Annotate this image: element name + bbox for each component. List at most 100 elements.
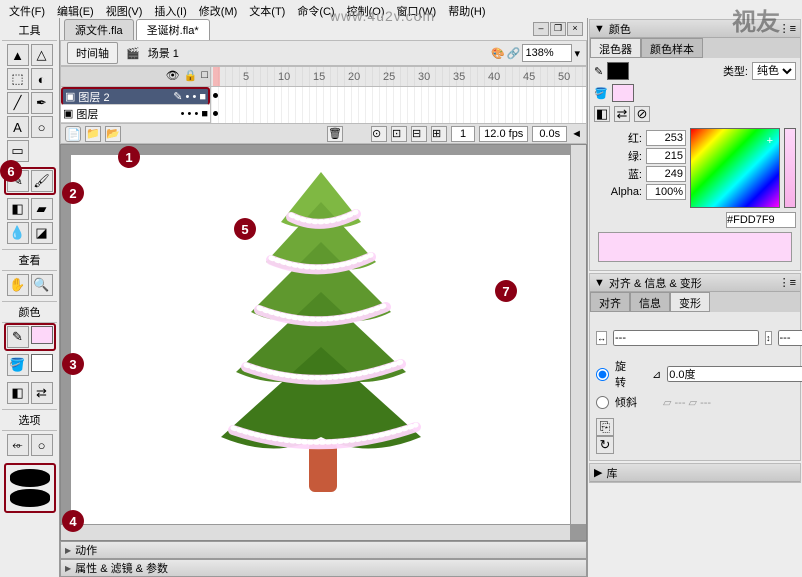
- blue-input[interactable]: [646, 166, 686, 182]
- add-guide-button[interactable]: 📁: [85, 126, 101, 142]
- menu-help[interactable]: 帮助(H): [443, 2, 490, 16]
- option-2[interactable]: ○: [31, 434, 53, 456]
- stage-area[interactable]: [60, 144, 587, 541]
- tick-20: 20: [348, 71, 360, 83]
- fill-color-icon[interactable]: 🪣: [7, 354, 29, 376]
- brush-shape-1[interactable]: [10, 469, 50, 487]
- pencil-color-icon[interactable]: ✎: [594, 65, 603, 78]
- rect-tool[interactable]: ▭: [7, 140, 29, 162]
- lock-icon[interactable]: 🔒: [184, 69, 198, 84]
- fill-swatch[interactable]: [612, 84, 634, 102]
- selection-tool[interactable]: ▲: [7, 44, 29, 66]
- restore-button[interactable]: ❐: [550, 22, 566, 36]
- text-tool[interactable]: A: [7, 116, 29, 138]
- close-button[interactable]: ×: [567, 22, 583, 36]
- zoom-tool[interactable]: 🔍: [31, 274, 53, 296]
- scene-name[interactable]: 场景 1: [148, 45, 179, 61]
- add-layer-button[interactable]: 📄: [65, 126, 81, 142]
- outline-icon[interactable]: □: [201, 69, 208, 84]
- noswap-tool[interactable]: ⇄: [31, 382, 53, 404]
- brush-shape-2[interactable]: [10, 489, 50, 507]
- free-transform-tool[interactable]: ⬚: [7, 68, 29, 90]
- info-tab[interactable]: 信息: [630, 292, 670, 312]
- onion-icon[interactable]: ⊙: [371, 126, 387, 142]
- onion-marker-icon[interactable]: ⊞: [431, 126, 447, 142]
- stroke-swatch[interactable]: [607, 62, 629, 80]
- alpha-input[interactable]: [646, 184, 686, 200]
- align-panel-title[interactable]: ▼ 对齐 & 信息 & 变形⋮≡: [590, 274, 800, 292]
- pen-tool[interactable]: ✒: [31, 92, 53, 114]
- playhead[interactable]: [213, 67, 220, 86]
- paint-bucket-tool[interactable]: ▰: [31, 198, 53, 220]
- color-opt-3[interactable]: ⊘: [634, 106, 650, 122]
- swatch-tab[interactable]: 颜色样本: [641, 38, 703, 58]
- onion-outline-icon[interactable]: ⊡: [391, 126, 407, 142]
- zoom-input[interactable]: [522, 44, 572, 62]
- delete-layer-button[interactable]: 🗑: [327, 126, 343, 142]
- bw-tool[interactable]: ◧: [7, 382, 29, 404]
- tick-45: 45: [523, 71, 535, 83]
- line-tool[interactable]: ╱: [7, 92, 29, 114]
- eye-icon[interactable]: 👁: [166, 69, 180, 84]
- menu-edit[interactable]: 编辑(E): [52, 2, 99, 16]
- transform-tab[interactable]: 变形: [670, 292, 710, 312]
- menu-view[interactable]: 视图(V): [101, 2, 148, 16]
- align-tab[interactable]: 对齐: [590, 292, 630, 312]
- timeline-frames[interactable]: [211, 87, 586, 123]
- eraser-tool[interactable]: ◪: [31, 222, 53, 244]
- hex-input[interactable]: [726, 212, 796, 228]
- tab-file1[interactable]: 源文件.fla: [64, 19, 134, 40]
- color-spectrum[interactable]: +: [690, 128, 780, 208]
- height-input[interactable]: [778, 330, 802, 346]
- christmas-tree-artwork[interactable]: [191, 162, 451, 502]
- copy-transform-button[interactable]: ⎘: [596, 418, 614, 436]
- rotate-input[interactable]: [667, 366, 802, 382]
- menu-insert[interactable]: 插入(I): [149, 2, 191, 16]
- layer-1-row[interactable]: ▣ 图层 • • • ■: [61, 105, 210, 123]
- rotate-radio[interactable]: [596, 368, 609, 381]
- vertical-scrollbar[interactable]: [570, 145, 586, 524]
- keyframe[interactable]: [213, 111, 218, 116]
- subselect-tool[interactable]: △: [31, 44, 53, 66]
- edit-symbol-icon[interactable]: 🔗: [507, 47, 521, 60]
- color-opt-1[interactable]: ◧: [594, 106, 610, 122]
- fill-color-well[interactable]: [31, 354, 53, 372]
- stroke-color-well[interactable]: [31, 326, 53, 344]
- red-input[interactable]: [646, 130, 686, 146]
- color-type-select[interactable]: 纯色: [752, 62, 796, 80]
- menu-file[interactable]: 文件(F): [4, 2, 50, 16]
- lasso-tool[interactable]: ◐: [31, 68, 53, 90]
- tab-file2[interactable]: 圣诞树.fla*: [136, 19, 210, 40]
- width-input[interactable]: [613, 330, 759, 346]
- properties-panel-bar[interactable]: 属性 & 滤镜 & 参数: [60, 559, 587, 577]
- add-folder-button[interactable]: 📂: [105, 126, 121, 142]
- green-input[interactable]: [646, 148, 686, 164]
- skew-radio[interactable]: [596, 396, 609, 409]
- actions-panel-bar[interactable]: 动作: [60, 541, 587, 559]
- timeline-button[interactable]: 时间轴: [67, 42, 118, 64]
- oval-tool[interactable]: ○: [31, 116, 53, 138]
- brush-tool[interactable]: 🖌: [31, 170, 53, 192]
- minimize-button[interactable]: ‒: [533, 22, 549, 36]
- bucket-color-icon[interactable]: 🪣: [594, 87, 608, 100]
- color-opt-2[interactable]: ⇄: [614, 106, 630, 122]
- eyedropper-tool[interactable]: 💧: [7, 222, 29, 244]
- mixer-tab[interactable]: 混色器: [590, 38, 641, 58]
- zoom-dropdown-icon[interactable]: ▾: [574, 47, 580, 60]
- option-1[interactable]: ⬰: [7, 434, 29, 456]
- library-panel-title[interactable]: ▶ 库: [590, 464, 800, 482]
- color-brightness[interactable]: [784, 128, 796, 208]
- timeline-ruler[interactable]: 5 10 15 20 25 30 35 40 45 50: [211, 67, 586, 86]
- ink-bottle-tool[interactable]: ◧: [7, 198, 29, 220]
- edit-scene-icon[interactable]: 🎨: [491, 47, 505, 60]
- menu-text[interactable]: 文本(T): [244, 2, 290, 16]
- keyframe[interactable]: [213, 93, 218, 98]
- reset-transform-button[interactable]: ↻: [596, 436, 614, 454]
- onion-edit-icon[interactable]: ⊟: [411, 126, 427, 142]
- menu-modify[interactable]: 修改(M): [194, 2, 243, 16]
- layer-2-row[interactable]: ▣ 图层 2 ✎ • • ■: [61, 87, 210, 105]
- hand-tool[interactable]: ✋: [7, 274, 29, 296]
- stroke-color-icon[interactable]: ✎: [7, 326, 29, 348]
- horizontal-scrollbar[interactable]: [61, 524, 570, 540]
- stage-canvas[interactable]: [71, 155, 570, 524]
